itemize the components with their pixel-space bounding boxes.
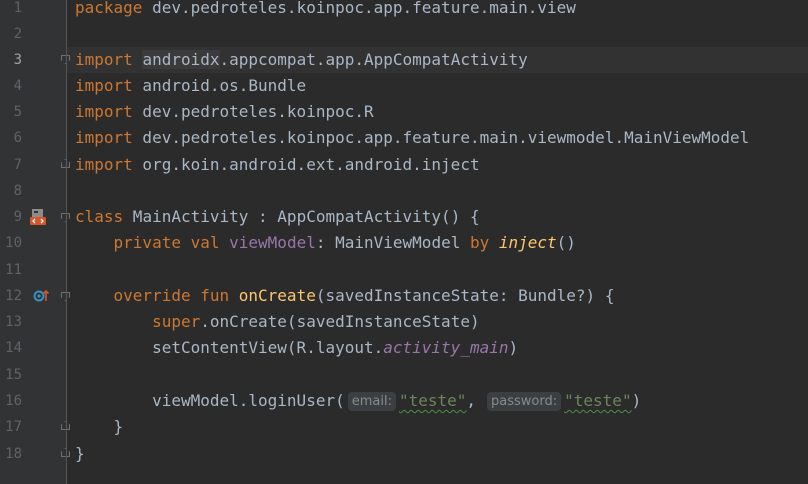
code-line-6[interactable]: import dev.pedroteles.koinpoc.app.featur… (75, 125, 749, 151)
keyword: package (75, 0, 143, 17)
line-number: 9 (13, 209, 22, 225)
line-number: 7 (13, 157, 22, 173)
code-line-13[interactable]: super.onCreate(savedInstanceState) (75, 309, 480, 335)
keyword: import (75, 76, 133, 95)
code-text: viewModel.loginUser( (152, 391, 345, 410)
code-text: MainActivity : AppCompatActivity() { (123, 207, 480, 226)
code-text: ) (508, 338, 519, 357)
keyword: import (75, 102, 133, 121)
keyword: class (75, 207, 124, 226)
code-line-16[interactable]: viewModel.loginUser(email: "teste", passwo… (75, 388, 641, 414)
code-editor[interactable]: 1 2 3 4 5 6 7 8 9 10 11 12 13 14 15 16 1… (0, 0, 808, 484)
gutter-separator (66, 0, 67, 484)
activity-layout-icon[interactable] (29, 208, 47, 226)
code-text: : MainViewModel (315, 233, 470, 252)
code-text: org.koin.android.ext.android.inject (132, 155, 480, 174)
code-text: , (466, 391, 477, 410)
code-line-10[interactable]: private val viewModel: MainViewModel by … (75, 230, 576, 256)
line-number: 1 (13, 0, 22, 16)
line-number: 3 (13, 52, 22, 68)
code-line-3[interactable]: import androidx.appcompat.app.AppCompatA… (75, 47, 528, 73)
code-text: dev.pedroteles.koinpoc.R (132, 102, 374, 121)
code-line-17[interactable]: } (75, 414, 124, 440)
code-text: () (556, 233, 576, 252)
line-number: 14 (5, 340, 22, 356)
static-field: activity_main (383, 338, 509, 357)
keyword: import (75, 155, 133, 174)
code-line-14[interactable]: setContentView(R.layout.activity_main) (75, 335, 518, 361)
line-number: 16 (5, 393, 22, 409)
code-line-7[interactable]: import org.koin.android.ext.android.inje… (75, 152, 480, 178)
code-line-4[interactable]: import android.os.Bundle (75, 73, 306, 99)
keyword: super (152, 312, 201, 331)
line-number: 2 (13, 26, 22, 42)
code-line-9[interactable]: class MainActivity : AppCompatActivity()… (75, 204, 480, 230)
code-text: dev.pedroteles.koinpoc.app.feature.main.… (142, 0, 576, 17)
string-literal: "teste" (398, 391, 467, 410)
extension-function: inject (498, 233, 557, 252)
override-method-icon[interactable] (33, 288, 49, 304)
function-name: onCreate (238, 286, 316, 305)
line-number: 18 (5, 446, 22, 462)
code-text: ) (631, 391, 642, 410)
code-text: .appcompat.app.AppCompatActivity (219, 50, 528, 69)
keyword: by (469, 233, 490, 252)
code-line-12[interactable]: override fun onCreate(savedInstanceState… (75, 283, 615, 309)
line-number: 6 (13, 130, 22, 146)
property-name: viewModel (229, 233, 316, 252)
highlighted-identifier: androidx (142, 50, 220, 69)
string-literal: "teste" (564, 391, 632, 410)
code-text: } (75, 444, 85, 463)
code-text: setContentView(R.layout. (152, 338, 384, 357)
editor-gutter[interactable]: 1 2 3 4 5 6 7 8 9 10 11 12 13 14 15 16 1… (0, 0, 70, 484)
keyword: import (75, 50, 133, 69)
line-number: 10 (5, 235, 22, 251)
parameter-hint-password: password: (487, 392, 562, 411)
code-text: android.os.Bundle (132, 76, 307, 95)
parameter-hint-email: email: (347, 392, 396, 411)
keyword: override fun (113, 286, 230, 305)
line-number: 4 (13, 78, 22, 94)
line-number: 12 (5, 288, 22, 304)
code-line-18[interactable]: } (75, 441, 85, 467)
line-number: 17 (5, 419, 22, 435)
line-number: 15 (5, 367, 22, 383)
line-number: 5 (13, 104, 22, 120)
code-text: (savedInstanceState: Bundle?) { (315, 286, 615, 305)
keyword: import (75, 128, 133, 147)
line-number: 8 (13, 183, 22, 199)
code-text: .onCreate(savedInstanceState) (200, 312, 480, 331)
keyword: private val (113, 233, 220, 252)
code-line-1[interactable]: package dev.pedroteles.koinpoc.app.featu… (75, 0, 576, 21)
code-text: dev.pedroteles.koinpoc.app.feature.main.… (132, 128, 750, 147)
code-text: } (113, 417, 124, 436)
line-number: 13 (5, 314, 22, 330)
line-number: 11 (5, 262, 22, 278)
code-line-5[interactable]: import dev.pedroteles.koinpoc.R (75, 99, 374, 125)
